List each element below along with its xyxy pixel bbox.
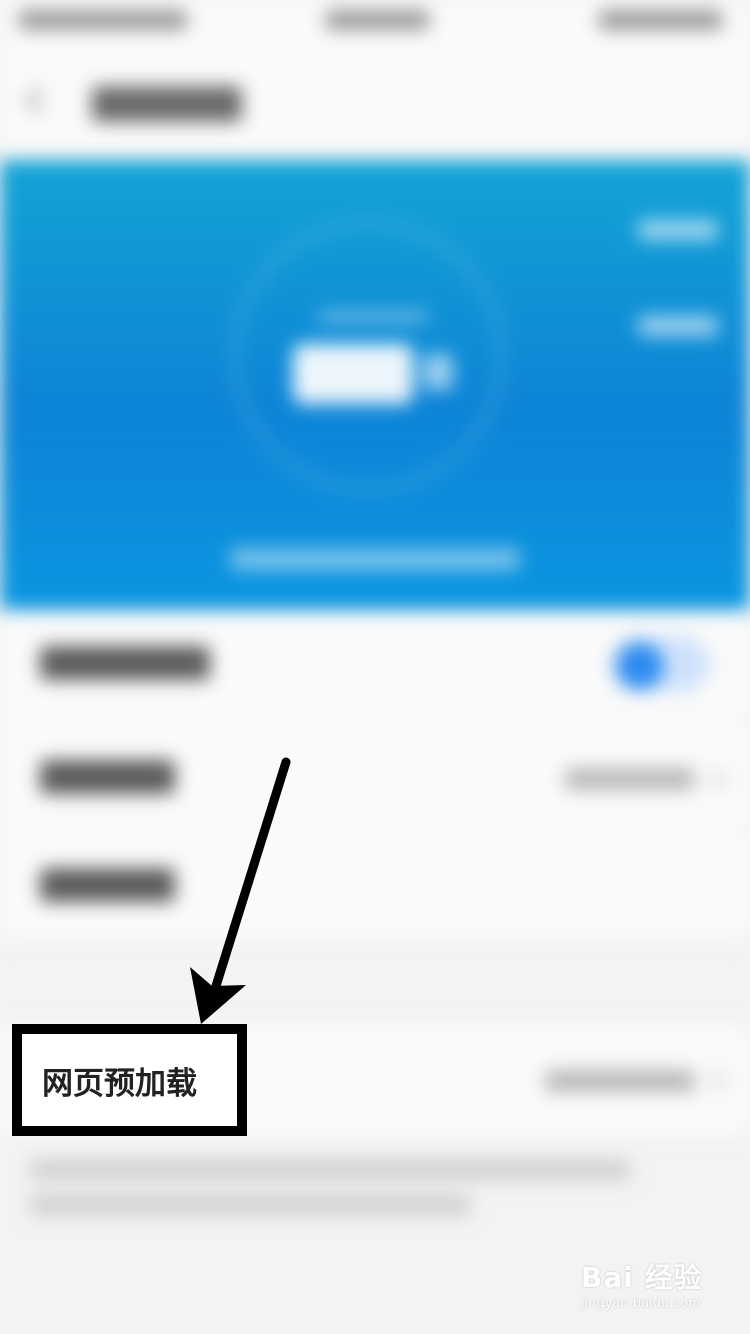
footnote-line-1 — [30, 1160, 630, 1180]
chevron-right-icon — [703, 768, 726, 791]
callout-label: 网页预加载 — [42, 1065, 197, 1102]
hero-caption — [230, 548, 520, 570]
gauge-caption — [318, 312, 428, 322]
row-label — [40, 868, 175, 902]
row-value — [565, 768, 695, 790]
settings-row-2[interactable] — [0, 720, 750, 830]
speed-gauge — [232, 220, 504, 492]
back-arrow-icon[interactable] — [26, 88, 52, 114]
gauge-value — [293, 344, 413, 404]
status-battery-icon — [598, 10, 723, 30]
page-title — [92, 86, 242, 122]
status-bar — [0, 0, 750, 44]
row-value — [545, 1070, 695, 1092]
baidu-watermark: Bai 经验 jingyan.baidu.com — [575, 1248, 735, 1318]
callout-box-web-preload: 网页预加载 — [12, 1024, 247, 1136]
watermark-brand: Bai 经验 — [581, 1261, 703, 1294]
gauge-unit — [423, 354, 453, 390]
toggle-switch[interactable] — [610, 636, 710, 692]
hero-stat-bottom — [638, 316, 718, 336]
footnote-line-2 — [30, 1195, 470, 1215]
settings-row-3[interactable] — [0, 830, 750, 940]
chevron-right-icon — [703, 1069, 726, 1092]
toggle-knob — [616, 642, 664, 690]
watermark-url: jingyan.baidu.com — [581, 1296, 701, 1311]
row-label — [40, 760, 175, 794]
settings-group-1 — [0, 610, 750, 940]
speed-hero-panel — [0, 160, 750, 610]
nav-bar — [0, 44, 750, 154]
hero-stat-top — [638, 220, 718, 240]
status-time-icon — [325, 10, 430, 30]
row-label — [40, 646, 210, 680]
status-carrier-icon — [18, 10, 188, 30]
settings-row-toggle[interactable] — [0, 610, 750, 720]
